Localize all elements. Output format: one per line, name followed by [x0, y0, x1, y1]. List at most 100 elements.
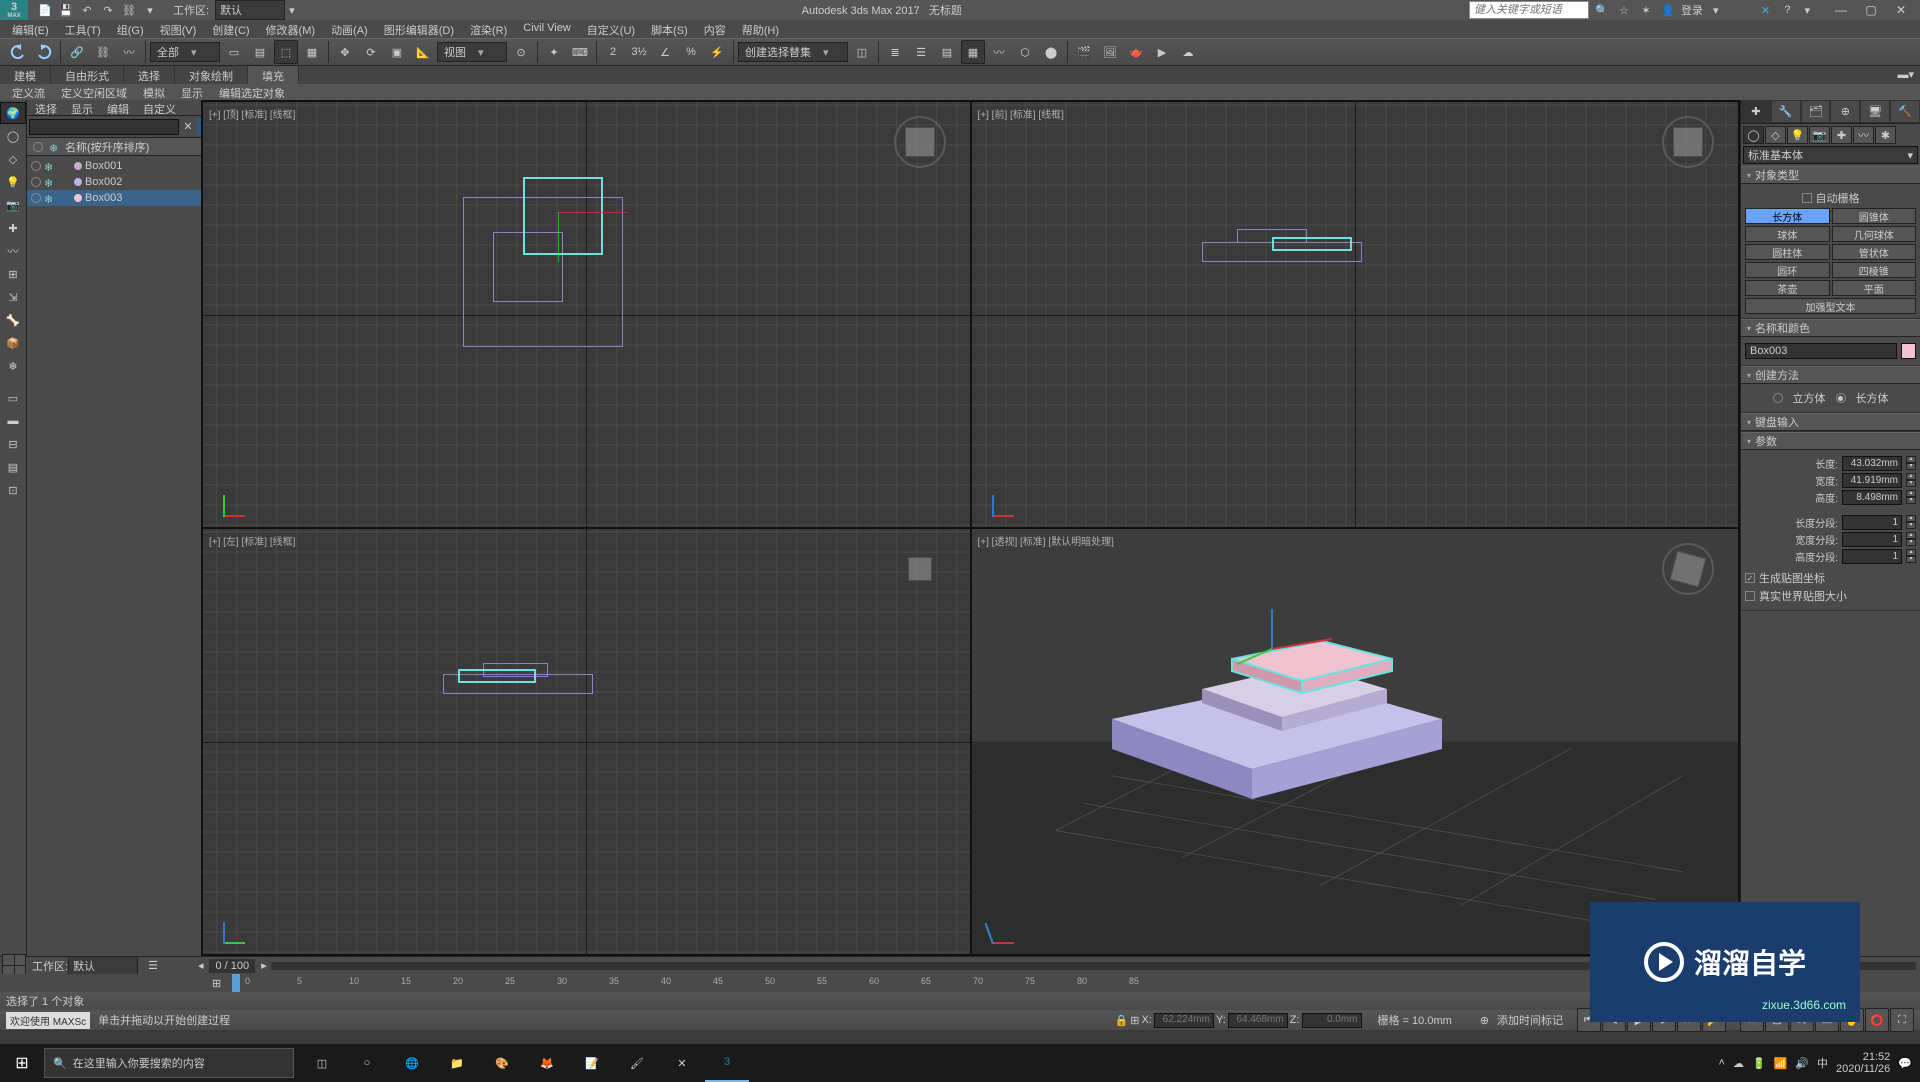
ribbon-display[interactable]: 显示: [173, 84, 211, 100]
orbit-button[interactable]: ⭕: [1865, 1008, 1889, 1032]
scene-filter-input[interactable]: [29, 119, 179, 135]
mirror-button[interactable]: ◫: [850, 40, 874, 64]
viewport-label[interactable]: [+] [前] [标准] [线框]: [978, 106, 1064, 121]
systems-cat-icon[interactable]: ✱: [1875, 126, 1896, 144]
lock-icon[interactable]: 🔒: [1115, 1014, 1129, 1027]
exchange-icon[interactable]: ✶: [1637, 1, 1655, 19]
auto-grid-check[interactable]: [1802, 193, 1812, 203]
workspace-selector-bottom[interactable]: 默认: [68, 956, 138, 976]
eye-icon[interactable]: [31, 161, 41, 171]
explorer-app[interactable]: 📁: [435, 1044, 479, 1082]
hidden-filter-icon[interactable]: ▭: [0, 387, 26, 409]
menu-view[interactable]: 视图(V): [152, 20, 205, 38]
pivot-button[interactable]: ⊙: [509, 40, 533, 64]
scene-column-header[interactable]: ❄ 名称(按升序排序) ▴: [27, 138, 217, 156]
rollout-parameters[interactable]: 参数: [1741, 432, 1920, 450]
torus-button[interactable]: 圆环: [1745, 262, 1830, 278]
mini-track-icon[interactable]: ⊞: [212, 977, 221, 990]
pyramid-button[interactable]: 四棱锥: [1832, 262, 1917, 278]
volume-icon[interactable]: 🔊: [1795, 1057, 1809, 1070]
groups-filter-icon[interactable]: ⊞: [0, 263, 26, 285]
scene-row[interactable]: ❄ Box003: [27, 190, 217, 206]
rollout-creation-method[interactable]: 创建方法: [1741, 366, 1920, 384]
box-radio[interactable]: [1836, 393, 1846, 403]
shapes-cat-icon[interactable]: ◇: [1765, 126, 1786, 144]
select-by-name-button[interactable]: ▤: [248, 40, 272, 64]
paint-app[interactable]: 🖌: [615, 1044, 659, 1082]
ribbon-simulate[interactable]: 模拟: [135, 84, 173, 100]
lights-cat-icon[interactable]: 💡: [1787, 126, 1808, 144]
menu-graph-editors[interactable]: 图形编辑器(D): [376, 20, 462, 38]
bones-filter-icon[interactable]: 🦴: [0, 309, 26, 331]
align-button[interactable]: ≣: [883, 40, 907, 64]
autodesk-icon[interactable]: ✕: [1756, 1, 1774, 19]
angle-snap-button[interactable]: ∠: [653, 40, 677, 64]
time-current[interactable]: 0 / 100: [209, 959, 255, 973]
firefox-app[interactable]: 🦊: [525, 1044, 569, 1082]
menu-scripting[interactable]: 脚本(S): [643, 20, 696, 38]
scene-row[interactable]: ❄ Box001: [27, 158, 217, 174]
search-icon[interactable]: 🔍: [1593, 1, 1611, 19]
maxscript-listener[interactable]: 欢迎使用 MAXSc: [6, 1012, 90, 1029]
named-selection-set[interactable]: 创建选择替集: [738, 42, 848, 62]
viewport-label[interactable]: [+] [透视] [标准] [默认明暗处理]: [978, 533, 1114, 548]
rectangle-select-button[interactable]: ⬚: [274, 40, 298, 64]
geometry-filter-icon[interactable]: ◯: [0, 125, 26, 147]
eye-icon[interactable]: [31, 177, 41, 187]
workspace-selector[interactable]: 默认: [215, 0, 285, 20]
scene-row[interactable]: ❄ Box002: [27, 174, 217, 190]
menu-animation[interactable]: 动画(A): [323, 20, 376, 38]
ribbon-toggle-button[interactable]: ▦: [961, 40, 985, 64]
cameras-cat-icon[interactable]: 📷: [1809, 126, 1830, 144]
notifications-icon[interactable]: 💬: [1898, 1057, 1912, 1070]
viewcube[interactable]: [1658, 539, 1718, 599]
ribbon-tab-freeform[interactable]: 自由形式: [51, 66, 124, 84]
object-color-swatch[interactable]: [74, 194, 82, 202]
minimize-button[interactable]: —: [1826, 0, 1856, 20]
manipulate-button[interactable]: ✦: [542, 40, 566, 64]
freeze-icon[interactable]: ❄: [44, 161, 54, 171]
help-search-input[interactable]: [1469, 1, 1589, 19]
layers-button[interactable]: ☰: [909, 40, 933, 64]
viewport-label[interactable]: [+] [顶] [标准] [线框]: [209, 106, 295, 121]
ribbon-tab-selection[interactable]: 选择: [124, 66, 175, 84]
reference-filter-icon[interactable]: ⊡: [0, 479, 26, 501]
render-frame-button[interactable]: 🖼: [1098, 40, 1122, 64]
rollout-name-color[interactable]: 名称和颜色: [1741, 319, 1920, 337]
snap-3d-button[interactable]: 3½: [627, 40, 651, 64]
menu-customize[interactable]: 自定义(U): [579, 20, 643, 38]
containers-filter-icon[interactable]: 📦: [0, 332, 26, 354]
snap-2d-button[interactable]: 2: [601, 40, 625, 64]
app-logo[interactable]: 3MAX: [0, 0, 28, 20]
freeze-icon[interactable]: ❄: [44, 177, 54, 187]
curve-editor-button[interactable]: 〰: [987, 40, 1011, 64]
object-color-swatch[interactable]: [74, 178, 82, 186]
star-icon[interactable]: ☆: [1615, 1, 1633, 19]
geosphere-button[interactable]: 几何球体: [1832, 226, 1917, 242]
edge-app[interactable]: 🌐: [390, 1044, 434, 1082]
spacewarps-filter-icon[interactable]: 〰: [0, 240, 26, 262]
viewcube[interactable]: [890, 539, 950, 599]
ribbon-define-idle[interactable]: 定义空闲区域: [53, 84, 135, 100]
color-swatch[interactable]: [1901, 343, 1916, 359]
create-tab[interactable]: ✚: [1741, 100, 1771, 123]
ribbon-tab-populate[interactable]: 填充: [248, 66, 299, 84]
spinner-buttons[interactable]: ▴▾: [1906, 549, 1916, 564]
unlink-button[interactable]: ⛓: [91, 40, 115, 64]
se-menu-custom[interactable]: 自定义: [137, 101, 182, 114]
selection-filter[interactable]: 全部: [150, 42, 220, 62]
sphere-button[interactable]: 球体: [1745, 226, 1830, 242]
rotate-button[interactable]: ⟳: [359, 40, 383, 64]
coord-z[interactable]: 0.0mm: [1302, 1013, 1362, 1028]
geometry-cat-icon[interactable]: ◯: [1743, 126, 1764, 144]
cameras-filter-icon[interactable]: 📷: [0, 194, 26, 216]
spinner-buttons[interactable]: ▴▾: [1906, 456, 1916, 471]
percent-snap-button[interactable]: %: [679, 40, 703, 64]
store-app[interactable]: 🎨: [480, 1044, 524, 1082]
ime-icon[interactable]: 中: [1817, 1055, 1828, 1071]
battery-icon[interactable]: 🔋: [1752, 1057, 1766, 1070]
undo-button[interactable]: [6, 40, 30, 64]
app-x[interactable]: ✕: [660, 1044, 704, 1082]
placement-button[interactable]: 📐: [411, 40, 435, 64]
coord-x[interactable]: 62.224mm: [1154, 1013, 1214, 1028]
